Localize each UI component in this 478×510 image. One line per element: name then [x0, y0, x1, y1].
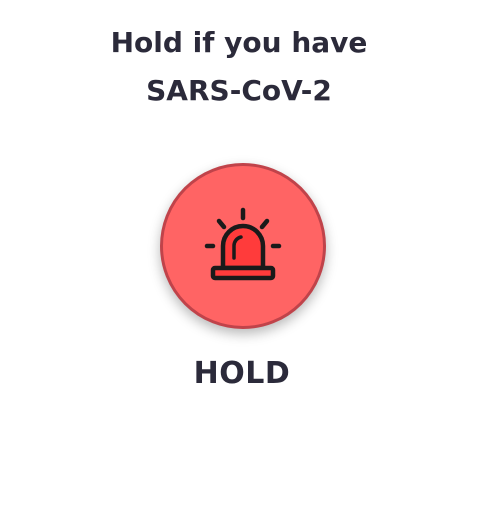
- page-title: Hold if you have SARS-CoV-2: [0, 19, 478, 115]
- hold-label: HOLD: [193, 356, 291, 391]
- siren-alarm-icon: [204, 207, 282, 281]
- title-line-2: SARS-CoV-2: [146, 74, 332, 107]
- hold-button[interactable]: [160, 163, 326, 329]
- title-line-1: Hold if you have: [110, 26, 368, 59]
